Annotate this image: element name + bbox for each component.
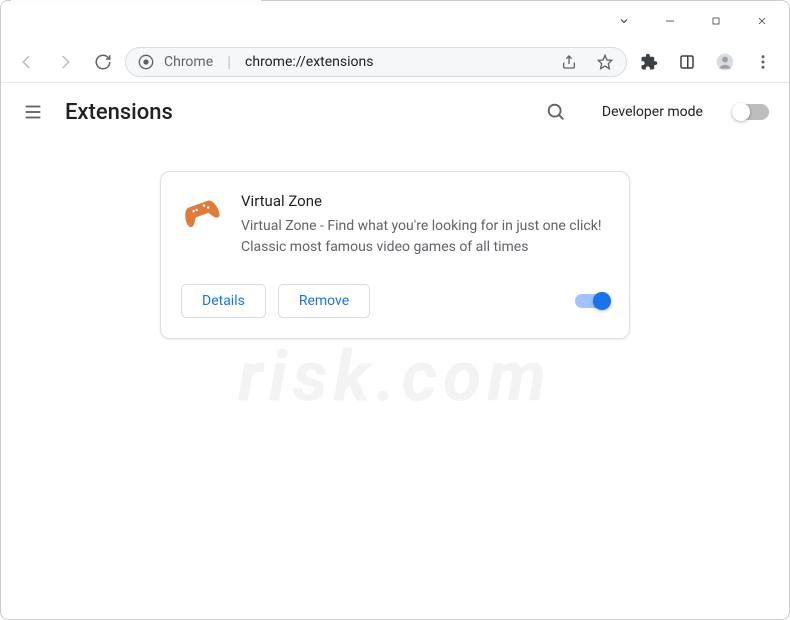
url-separator: | [227,52,231,71]
close-button[interactable] [739,4,785,38]
extension-description: Virtual Zone - Find what you're looking … [241,216,609,258]
forward-button[interactable] [49,46,81,78]
star-icon[interactable] [596,53,614,71]
url-scheme: Chrome [164,54,213,70]
share-icon[interactable] [560,53,578,71]
kebab-menu-button[interactable] [747,46,779,78]
extension-card: Virtual Zone Virtual Zone - Find what yo… [160,171,630,339]
extensions-button[interactable] [633,46,665,78]
extension-enable-toggle[interactable] [575,294,609,308]
profile-button[interactable] [709,46,741,78]
sidepanel-button[interactable] [671,46,703,78]
maximize-button[interactable] [693,4,739,38]
chrome-icon [138,54,154,70]
extensions-list: Virtual Zone Virtual Zone - Find what yo… [1,141,789,339]
remove-button[interactable]: Remove [278,284,370,318]
minimize-button[interactable] [647,4,693,38]
page-title: Extensions [65,100,173,125]
browser-toolbar: Chrome | chrome://extensions [1,41,789,83]
search-icon[interactable] [544,100,568,124]
hamburger-menu-button[interactable] [21,100,45,124]
address-bar[interactable]: Chrome | chrome://extensions [125,47,627,77]
url-text: chrome://extensions [245,54,373,70]
window-controls [1,1,789,41]
details-button[interactable]: Details [181,284,266,318]
page-header: Extensions Developer mode [1,83,789,141]
developer-mode-toggle[interactable] [733,104,769,120]
reload-button[interactable] [87,46,119,78]
chevron-down-icon[interactable] [601,4,647,38]
extension-name: Virtual Zone [241,192,609,210]
gamepad-icon [181,192,221,232]
back-button[interactable] [11,46,43,78]
developer-mode-label: Developer mode [602,104,703,120]
